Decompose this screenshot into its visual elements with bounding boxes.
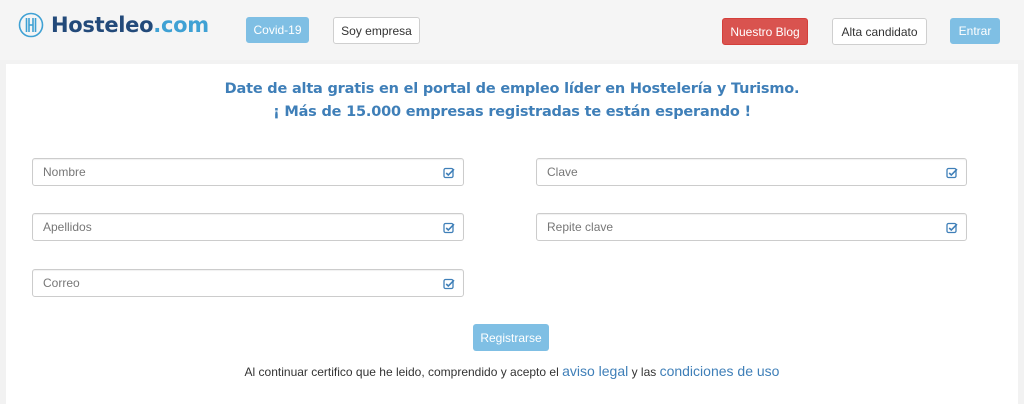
page-headline: Date de alta gratis en el portal de empl… xyxy=(224,81,800,97)
clave-input[interactable] xyxy=(537,159,966,185)
registrarse-button[interactable]: Registrarse xyxy=(473,324,549,351)
check-square-icon xyxy=(443,167,455,179)
correo-field-wrapper xyxy=(32,269,464,297)
nombre-input[interactable] xyxy=(33,159,463,185)
hosteleo-logo-icon xyxy=(18,12,44,38)
legal-middle: y las xyxy=(628,365,660,379)
condiciones-uso-link[interactable]: condiciones de uso xyxy=(660,363,780,379)
apellidos-input[interactable] xyxy=(33,214,463,240)
repite-clave-field-wrapper xyxy=(536,213,967,241)
check-square-icon xyxy=(443,278,455,290)
legal-prefix: Al continuar certifico que he leido, com… xyxy=(244,365,563,379)
check-square-icon xyxy=(443,222,455,234)
covid-button[interactable]: Covid-19 xyxy=(246,17,309,43)
check-square-icon xyxy=(946,167,958,179)
nuestro-blog-button[interactable]: Nuestro Blog xyxy=(722,18,808,45)
site-logo[interactable]: Hosteleo.com xyxy=(18,12,209,38)
legal-notice: Al continuar certifico que he leido, com… xyxy=(0,363,1024,379)
apellidos-field-wrapper xyxy=(32,213,464,241)
top-header: Hosteleo.com Covid-19 Soy empresa Nuestr… xyxy=(0,0,1024,60)
logo-wordmark: Hosteleo.com xyxy=(51,12,209,38)
check-square-icon xyxy=(946,222,958,234)
page-subheadline: ¡ Más de 15.000 empresas registradas te … xyxy=(273,104,751,120)
logo-domain: .com xyxy=(153,13,209,37)
repite-clave-input[interactable] xyxy=(537,214,966,240)
aviso-legal-link[interactable]: aviso legal xyxy=(562,363,628,379)
alta-candidato-button[interactable]: Alta candidato xyxy=(832,18,927,45)
entrar-button[interactable]: Entrar xyxy=(950,18,1000,44)
logo-name: Hosteleo xyxy=(51,13,154,37)
clave-field-wrapper xyxy=(536,158,967,186)
soy-empresa-button[interactable]: Soy empresa xyxy=(333,17,420,44)
nombre-field-wrapper xyxy=(32,158,464,186)
correo-input[interactable] xyxy=(33,270,463,296)
